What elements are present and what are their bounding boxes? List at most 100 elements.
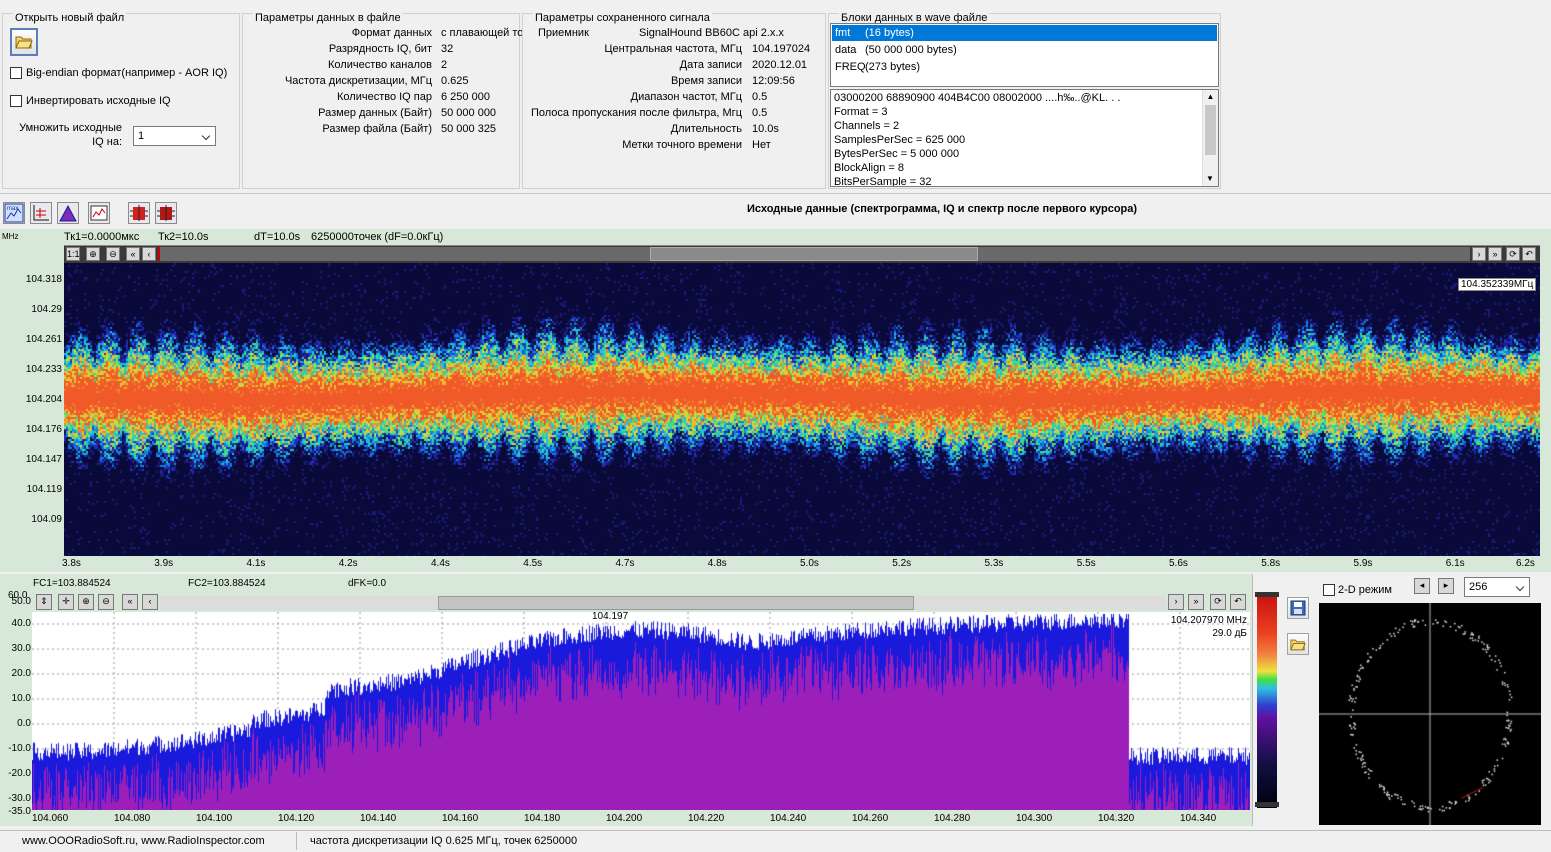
save-spectrum-button[interactable]: [1287, 597, 1309, 619]
file-param-label: Формат данных: [351, 27, 432, 39]
step-forward-icon: ▸: [1443, 580, 1449, 590]
scroll-right-button[interactable]: ›: [1472, 247, 1486, 261]
refresh-button[interactable]: ⟳: [1506, 247, 1520, 261]
iq-constellation-canvas[interactable]: [1319, 603, 1541, 825]
color-scale-bar[interactable]: [1257, 594, 1277, 808]
spectrum-x-tick: 104.160: [442, 813, 479, 824]
spectrogram-x-tick: 5.9s: [1353, 558, 1373, 569]
spectrum-last-button[interactable]: »: [1188, 594, 1204, 610]
undo-icon: ↶: [1525, 249, 1533, 259]
double-chevron-right-icon: »: [1492, 249, 1498, 259]
spectrum-x-tick: 104.120: [278, 813, 315, 824]
cursor-dt: dT=10.0s: [254, 231, 301, 243]
wave-block-item[interactable]: data (50 000 000 bytes): [832, 42, 1217, 58]
spectrogram-x-tick: 4.1s: [246, 558, 266, 569]
2d-mode-checkbox[interactable]: [1323, 584, 1335, 596]
spectrum-peak-label: 104.197: [592, 611, 629, 622]
spectrum-x-tick: 104.240: [770, 813, 807, 824]
spectrum-refresh-button[interactable]: ⟳: [1210, 594, 1226, 610]
spectrum-x-tick: 104.080: [114, 813, 151, 824]
scale-y-icon: ⇕: [40, 596, 48, 606]
wave-block-item[interactable]: FREQ(273 bytes): [832, 59, 1217, 75]
details-scrollbar[interactable]: ▲ ▼: [1202, 90, 1218, 186]
fit-icon: ✛: [62, 596, 70, 606]
wave-block-item[interactable]: fmt (16 bytes): [832, 25, 1217, 41]
spectrum-reset-button[interactable]: ↶: [1230, 594, 1246, 610]
chevron-right-icon: ›: [1174, 596, 1178, 606]
spectrum-readout-db: 29.0 дБ: [1212, 628, 1247, 639]
frequency-scale-button[interactable]: [88, 202, 110, 224]
spectrum-scale-y-button[interactable]: ⇕: [36, 594, 52, 610]
signal-param-label: Метки точного времени: [622, 139, 742, 151]
file-param-label: Количество каналов: [328, 59, 432, 71]
spectrum-y-tick: 30.0: [11, 643, 31, 654]
spectrogram-x-tick: 4.5s: [523, 558, 543, 569]
spectrum-scroll-thumb[interactable]: [438, 596, 914, 610]
wave-blocks-list[interactable]: fmt (16 bytes) data (50 000 000 bytes) FREQ(…: [830, 23, 1219, 87]
scroll-last-button[interactable]: »: [1488, 247, 1502, 261]
spectrum-zoom-out-button[interactable]: ⊖: [98, 594, 114, 610]
marker-b-button[interactable]: [155, 202, 177, 224]
spectrum-x-tick: 104.060: [32, 813, 69, 824]
scroll-thumb[interactable]: [1205, 105, 1216, 155]
file-param-value: 0.625: [441, 75, 469, 87]
spectrum-canvas[interactable]: [32, 612, 1250, 810]
big-endian-checkbox[interactable]: [10, 67, 22, 79]
marker-a-button[interactable]: [128, 202, 150, 224]
spectrum-y-tick: 20.0: [11, 668, 31, 679]
spectrogram-canvas[interactable]: [64, 263, 1540, 556]
fc2-readout: FC2=103.884524: [188, 578, 266, 589]
panel-title: Исходные данные (спектрограмма, IQ и спе…: [747, 203, 1138, 215]
spectrum-view-button[interactable]: [57, 202, 79, 224]
signal-param-value: 0.5: [752, 107, 768, 119]
color-scale-top-handle[interactable]: [1255, 592, 1279, 597]
wave-block-name: fmt: [835, 27, 851, 39]
spectrum-zoom-in-button[interactable]: ⊕: [78, 594, 94, 610]
signal-param-value: 10.0s: [752, 123, 779, 135]
file-param-value: 6 250 000: [441, 91, 490, 103]
open-file-button[interactable]: [10, 28, 38, 56]
iq-prev-button[interactable]: ◂: [1414, 578, 1430, 594]
signal-param-label: Диапазон частот, МГц: [630, 91, 742, 103]
status-divider: [296, 832, 297, 850]
scroll-down-icon[interactable]: ▼: [1203, 172, 1217, 186]
reset-button[interactable]: ↶: [1522, 247, 1536, 261]
zoom-in-button[interactable]: ⊕: [86, 247, 100, 261]
iq-size-select[interactable]: 256: [1464, 577, 1530, 597]
wave-block-size: (16 bytes): [865, 27, 914, 39]
spectrum-right-button[interactable]: ›: [1168, 594, 1184, 610]
spectrum-fit-button[interactable]: ✛: [58, 594, 74, 610]
signal-param-label: Центральная частота, МГц: [604, 43, 742, 55]
axis-chart-button[interactable]: [30, 202, 52, 224]
wave-details-box[interactable]: 03000200 68890900 404B4C00 08002000 ....…: [830, 89, 1219, 187]
wave-block-size: (273 bytes): [865, 61, 921, 73]
max-scale-button[interactable]: max: [3, 202, 25, 224]
multiply-select[interactable]: 1: [133, 126, 216, 146]
file-param-value: 32: [441, 43, 454, 55]
invert-iq-checkbox[interactable]: [10, 95, 22, 107]
zoom-out-button[interactable]: ⊖: [106, 247, 120, 261]
spectrogram-x-tick: 6.2s: [1516, 558, 1535, 569]
file-param-value: 50 000 325: [441, 123, 497, 135]
save-icon: [1290, 600, 1306, 616]
spectrogram-y-tick: 104.233: [25, 364, 62, 375]
scroll-up-icon[interactable]: ▲: [1203, 90, 1218, 104]
open-spectrum-button[interactable]: [1287, 633, 1309, 655]
spectrum-left-button[interactable]: ‹: [142, 594, 158, 610]
color-scale-bottom-handle[interactable]: [1255, 802, 1279, 807]
multiply-label: Умножить исходные: [19, 122, 122, 134]
folder-open-icon: [1290, 639, 1306, 650]
fc1-readout: FC1=103.884524: [33, 578, 111, 589]
file-param-value: 2: [441, 59, 448, 71]
spectrum-first-button[interactable]: «: [122, 594, 138, 610]
zoom-reset-button[interactable]: 1:1: [66, 247, 80, 261]
zoom-in-icon: ⊕: [89, 249, 97, 259]
receiver-label: Приемник: [538, 27, 589, 39]
step-back-icon: ◂: [1419, 580, 1425, 590]
spectrogram-scroll-thumb[interactable]: [650, 247, 978, 261]
iq-next-button[interactable]: ▸: [1438, 578, 1454, 594]
chevron-left-icon: ‹: [148, 596, 152, 606]
scroll-first-button[interactable]: «: [126, 247, 140, 261]
spectrogram-y-tick: 104.204: [25, 394, 62, 405]
scroll-left-button[interactable]: ‹: [142, 247, 156, 261]
